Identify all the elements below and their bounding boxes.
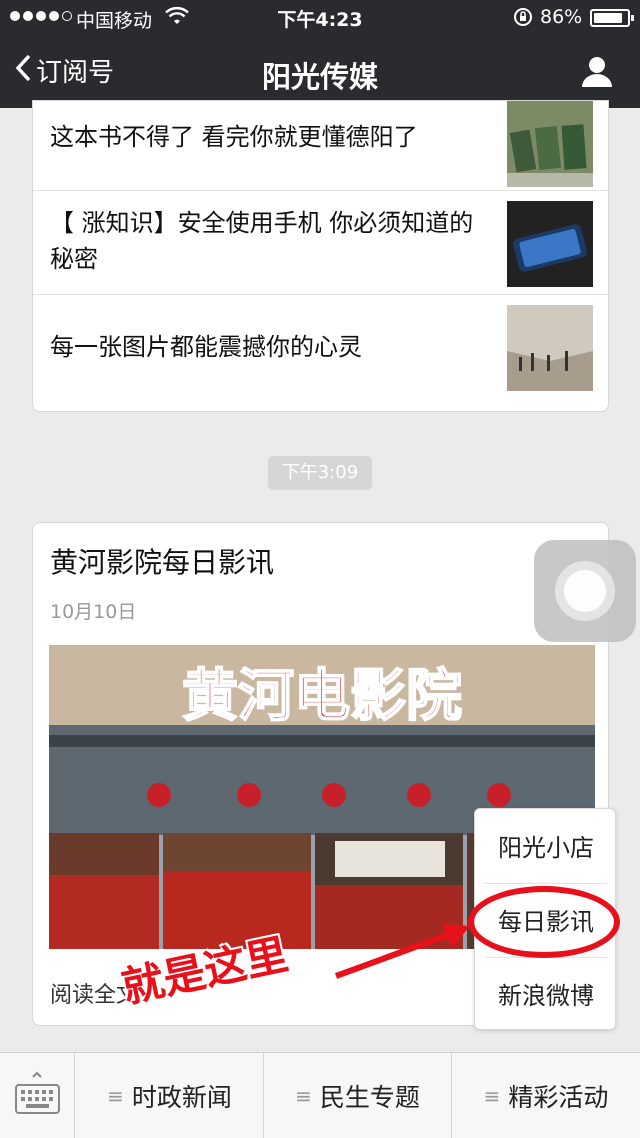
article-thumbnail	[507, 305, 593, 391]
annotation-arrow-icon	[334, 924, 470, 979]
article-thumbnail	[507, 101, 593, 187]
rotation-lock-icon	[512, 6, 534, 33]
article-list-card: 这本书不得了 看完你就更懂德阳了 【 涨知识】安全使用手机 你必须知道的秘密 每…	[32, 100, 609, 412]
article-title: 这本书不得了 看完你就更懂德阳了	[50, 123, 418, 151]
message-timestamp: 下午3:09	[268, 456, 372, 490]
article-title: 每一张图片都能震撼你的心灵	[50, 333, 362, 361]
nav-bar: 订阅号 阳光传媒	[0, 34, 640, 108]
submenu-item-shop[interactable]: 阳光小店	[475, 811, 617, 885]
article-item[interactable]: 每一张图片都能震撼你的心灵	[33, 295, 608, 399]
keyboard-icon	[15, 1071, 60, 1114]
keyboard-toggle-button[interactable]	[0, 1053, 75, 1138]
menu-tab-label: 民生专题	[319, 1083, 420, 1112]
profile-icon[interactable]	[580, 54, 614, 88]
menu-tab-label: 时政新闻	[131, 1083, 232, 1112]
submenu-item-weibo[interactable]: 新浪微博	[475, 959, 617, 1033]
menu-lines-icon: ≡	[295, 1084, 312, 1108]
cover-banner-text: 黄河电影院	[182, 664, 462, 729]
article-item[interactable]: 这本书不得了 看完你就更懂德阳了	[33, 101, 608, 191]
battery-percent: 86%	[540, 6, 583, 28]
article-item[interactable]: 【 涨知识】安全使用手机 你必须知道的秘密	[33, 191, 608, 295]
assistive-touch-button[interactable]	[534, 540, 636, 642]
menu-lines-icon: ≡	[107, 1084, 124, 1108]
top-bar: 中国移动 下午4:23 86% 订阅号 阳光传媒	[0, 0, 640, 108]
status-bar: 中国移动 下午4:23 86%	[0, 0, 640, 34]
page-title: 阳光传媒	[261, 60, 378, 94]
featured-title: 黄河影院每日影讯	[50, 546, 275, 579]
highlight-ellipse	[468, 886, 620, 958]
menu-tab-label: 精彩活动	[508, 1083, 609, 1112]
menu-lines-icon: ≡	[483, 1084, 501, 1108]
bottom-menu-bar: ≡ 时政新闻 ≡ 民生专题 ≡ 精彩活动	[0, 1052, 640, 1138]
menu-tab-politics[interactable]: ≡ 时政新闻	[76, 1053, 264, 1138]
article-thumbnail	[507, 201, 593, 287]
featured-date: 10月10日	[50, 601, 137, 623]
menu-divider	[485, 883, 607, 884]
menu-tab-livelihood[interactable]: ≡ 民生专题	[264, 1053, 452, 1138]
article-title: 【 涨知识】安全使用手机 你必须知道的秘密	[50, 209, 474, 273]
battery-icon	[590, 9, 634, 27]
menu-tab-activities[interactable]: ≡ 精彩活动	[452, 1053, 640, 1138]
